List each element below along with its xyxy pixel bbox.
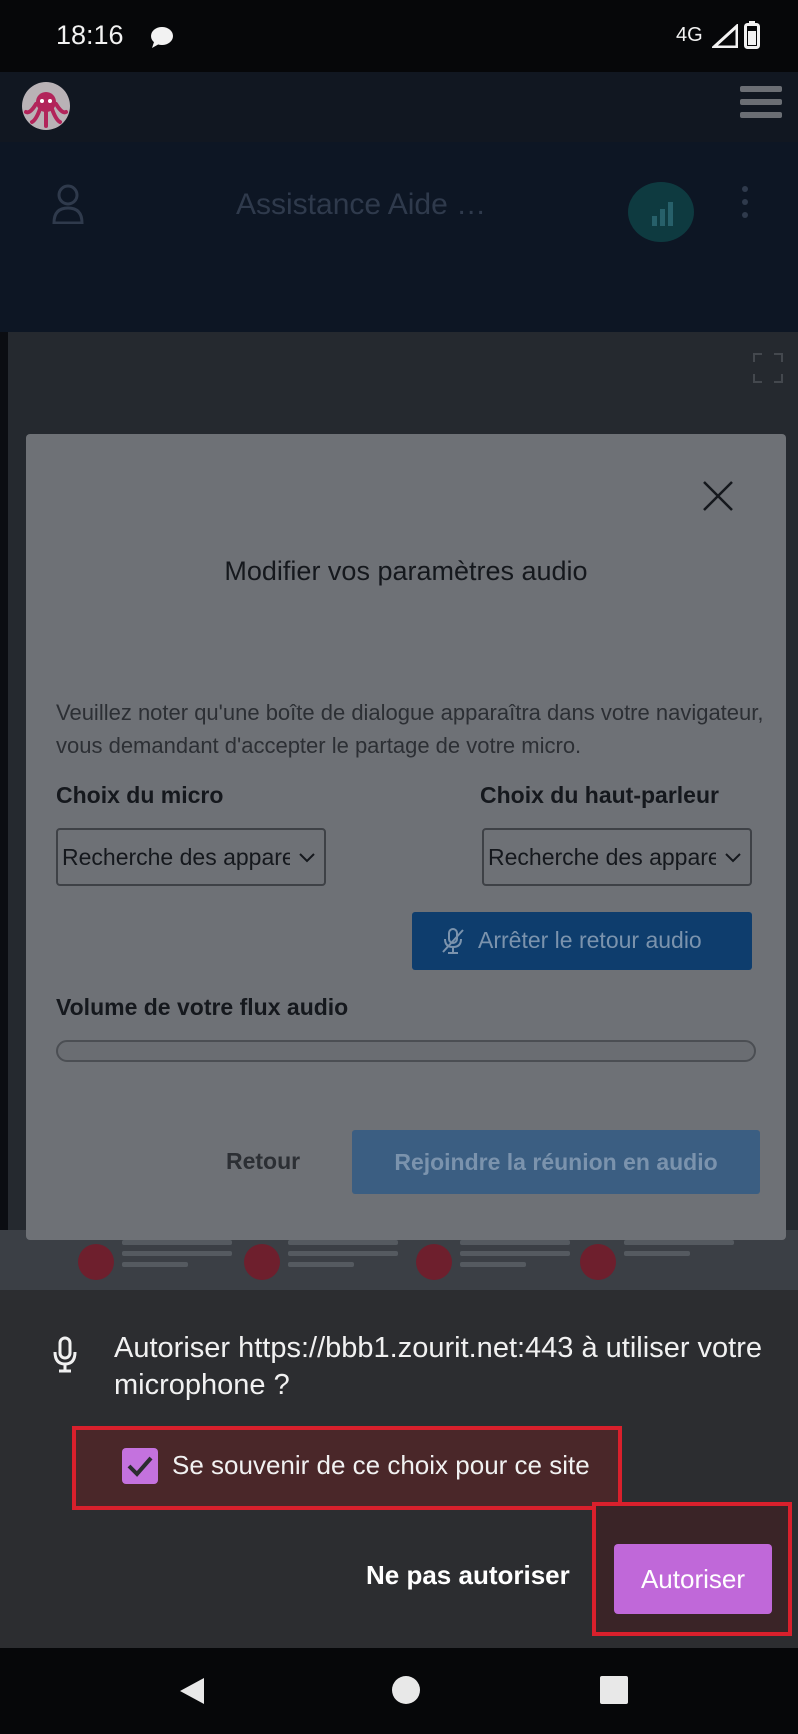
signal-icon [712, 24, 738, 48]
deny-button[interactable]: Ne pas autoriser [366, 1560, 570, 1591]
feature-icon [580, 1244, 616, 1280]
feature-text [460, 1240, 570, 1284]
feature-icon [416, 1244, 452, 1280]
volume-meter [56, 1040, 756, 1062]
more-options-icon[interactable] [740, 186, 750, 226]
meeting-title: Assistance Aide … [236, 188, 487, 221]
user-icon[interactable] [52, 184, 84, 224]
connection-status-icon[interactable] [628, 182, 694, 242]
modal-note: Veuillez noter qu'une boîte de dialogue … [56, 700, 764, 758]
allow-button-highlight: Autoriser [592, 1502, 792, 1636]
back-triangle-icon[interactable] [178, 1676, 206, 1706]
feature-icon [244, 1244, 280, 1280]
feature-text [624, 1240, 734, 1284]
modal-title: Modifier vos paramètres audio [224, 556, 588, 586]
chat-bubble-icon [151, 27, 173, 48]
mic-label: Choix du micro [56, 782, 224, 808]
remember-checkbox[interactable] [122, 1448, 158, 1484]
microphone-icon [53, 1336, 77, 1373]
allow-button[interactable]: Autoriser [614, 1544, 772, 1614]
feature-text [288, 1240, 398, 1284]
fullscreen-icon[interactable] [752, 352, 784, 384]
remember-choice-highlight: Se souvenir de ce choix pour ce site [72, 1426, 622, 1510]
chevron-down-icon [725, 853, 741, 863]
app-header [0, 72, 798, 142]
system-nav-bar [0, 1648, 798, 1734]
close-icon[interactable] [700, 478, 736, 514]
join-audio-button[interactable]: Rejoindre la réunion en audio [352, 1130, 760, 1194]
speaker-select[interactable]: Recherche des appareils [482, 828, 752, 886]
permission-sheet: Autoriser https://bbb1.zourit.net:443 à … [0, 1290, 798, 1648]
speaker-label: Choix du haut-parleur [480, 782, 719, 808]
volume-label: Volume de votre flux audio [56, 994, 349, 1020]
remember-checkbox-label[interactable]: Se souvenir de ce choix pour ce site [172, 1450, 590, 1481]
chevron-down-icon [299, 853, 315, 863]
checkmark-icon [127, 1456, 153, 1477]
hamburger-menu-icon[interactable] [740, 86, 782, 126]
speaker-select-value: Recherche des appareils [488, 844, 716, 870]
audio-settings-modal: Modifier vos paramètres audio Veuillez n… [26, 434, 786, 1240]
stop-audio-feedback-button[interactable]: Arrêter le retour audio [412, 912, 752, 970]
permission-prompt: Autoriser https://bbb1.zourit.net:443 à … [114, 1332, 763, 1401]
meeting-bar: Assistance Aide … [0, 142, 798, 332]
mic-off-icon [442, 928, 464, 954]
feature-icon [78, 1244, 114, 1280]
back-button[interactable]: Retour [226, 1148, 300, 1175]
recent-apps-icon[interactable] [600, 1676, 628, 1704]
mic-select-value: Recherche des appareils [62, 844, 290, 870]
mic-select[interactable]: Recherche des appareils [56, 828, 326, 886]
feature-text [122, 1240, 232, 1284]
battery-icon [744, 21, 760, 49]
home-circle-icon[interactable] [392, 1676, 420, 1704]
stop-audio-label: Arrêter le retour audio [478, 927, 702, 953]
status-time: 18:16 [56, 20, 124, 50]
network-type: 4G [676, 24, 703, 46]
status-bar: 18:16 4G [0, 0, 798, 72]
octopus-logo-icon[interactable] [22, 82, 70, 130]
